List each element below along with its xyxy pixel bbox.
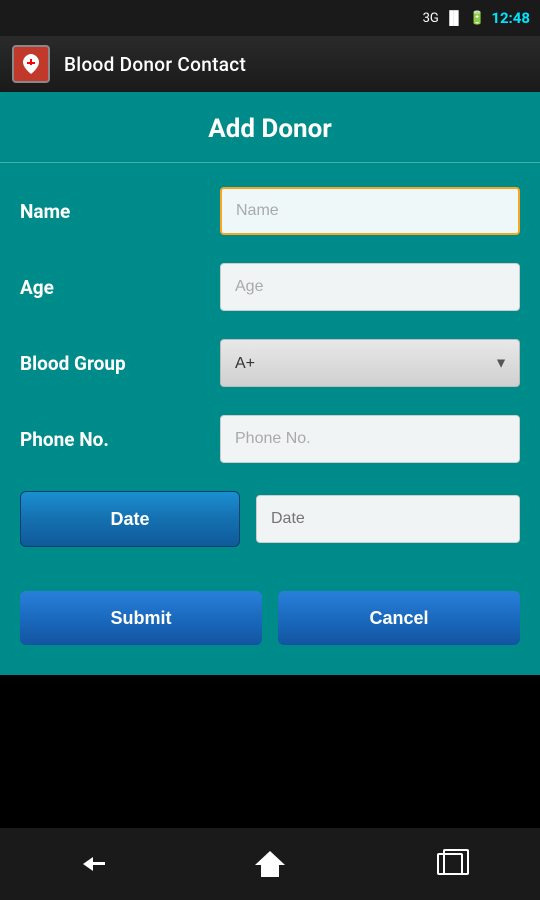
- blood-group-label: Blood Group: [20, 352, 220, 375]
- phone-label: Phone No.: [20, 428, 220, 451]
- form-area: Name Age Blood Group A+ A- B+ B- AB+ AB-…: [0, 163, 540, 571]
- age-input[interactable]: [220, 263, 520, 311]
- submit-button[interactable]: Submit: [20, 591, 262, 645]
- name-label: Name: [20, 200, 220, 223]
- date-input[interactable]: [256, 495, 520, 543]
- date-row: Date: [20, 477, 520, 561]
- blood-group-select[interactable]: A+ A- B+ B- AB+ AB- O+ O-: [220, 339, 520, 387]
- app-bar: Blood Donor Contact: [0, 36, 540, 92]
- recent-apps-icon: [437, 853, 463, 875]
- home-icon: [256, 851, 284, 877]
- clock: 12:48: [491, 9, 530, 27]
- cancel-button[interactable]: Cancel: [278, 591, 520, 645]
- phone-input[interactable]: [220, 415, 520, 463]
- network-indicator: 3G: [423, 11, 439, 26]
- blood-group-wrapper: A+ A- B+ B- AB+ AB- O+ O- ▼: [220, 339, 520, 387]
- nav-bar: [0, 828, 540, 900]
- app-title: Blood Donor Contact: [64, 53, 246, 76]
- age-label: Age: [20, 276, 220, 299]
- back-icon: [75, 853, 105, 875]
- date-picker-button[interactable]: Date: [20, 491, 240, 547]
- back-button[interactable]: [60, 834, 120, 894]
- age-row: Age: [20, 249, 520, 325]
- blood-group-row: Blood Group A+ A- B+ B- AB+ AB- O+ O- ▼: [20, 325, 520, 401]
- action-buttons: Submit Cancel: [0, 571, 540, 655]
- home-button[interactable]: [240, 834, 300, 894]
- name-input[interactable]: [220, 187, 520, 235]
- status-bar: 3G ▐▌ 🔋 12:48: [0, 0, 540, 36]
- name-row: Name: [20, 173, 520, 249]
- app-logo: [12, 45, 50, 83]
- signal-icon: ▐▌: [445, 10, 463, 26]
- main-content: Add Donor Name Age Blood Group A+ A- B+ …: [0, 92, 540, 675]
- battery-icon: 🔋: [469, 11, 485, 26]
- recents-button[interactable]: [420, 834, 480, 894]
- page-title: Add Donor: [0, 92, 540, 163]
- phone-row: Phone No.: [20, 401, 520, 477]
